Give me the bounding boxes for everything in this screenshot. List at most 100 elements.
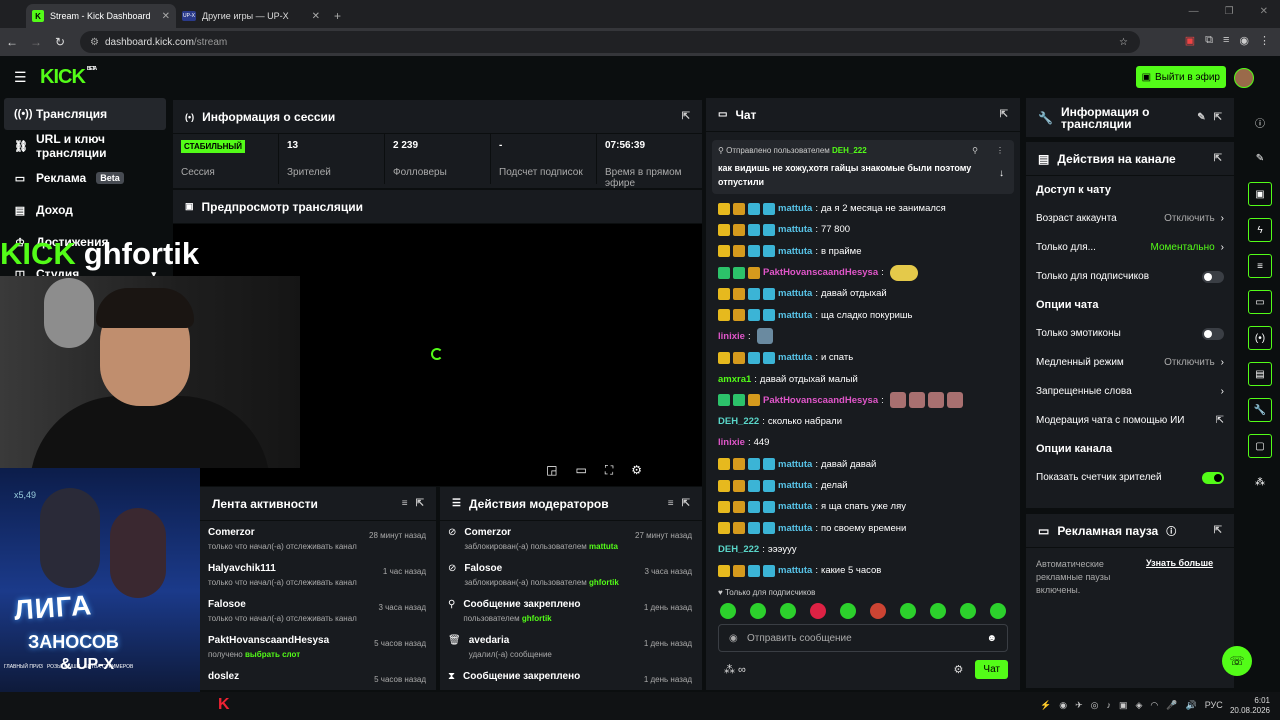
emote-icon[interactable] — [810, 603, 826, 619]
volume-icon[interactable]: 🔊 — [1186, 700, 1197, 711]
preview-icon[interactable]: ▣ — [1248, 182, 1272, 206]
popout-icon[interactable]: ⇱ — [1214, 153, 1222, 164]
extension-icon[interactable]: ▣ — [1185, 34, 1195, 47]
sidebar-item-ads[interactable]: ▭ Реклама Beta — [0, 162, 170, 194]
tray-icon[interactable]: ◈ — [1136, 700, 1143, 711]
tray-icon[interactable]: ▣ — [1119, 700, 1128, 711]
emote-icon[interactable] — [840, 603, 856, 619]
show-viewers-toggle[interactable] — [1202, 471, 1224, 484]
tray-icon[interactable]: ✈ — [1075, 700, 1083, 711]
edit-icon[interactable]: ✎ — [1197, 112, 1205, 124]
window-icon[interactable]: ▢ — [1248, 434, 1272, 458]
slow-mode-row[interactable]: Медленный режим Отключить › — [1026, 348, 1234, 377]
close-icon[interactable]: ✕ — [312, 11, 320, 22]
kick-logo[interactable]: KICK BETA — [40, 66, 97, 89]
browser-tab-upx[interactable]: UP-X Другие игры — UP-X ✕ — [176, 4, 326, 28]
bookmark-star-icon[interactable]: ☆ — [1119, 37, 1128, 48]
hamburger-icon[interactable]: ☰ — [14, 69, 27, 86]
site-info-icon[interactable]: ⚙ — [90, 37, 99, 48]
filter-icon[interactable]: ≡ — [668, 498, 674, 509]
chat-username[interactable]: mattuta — [778, 310, 812, 321]
emote-icon[interactable] — [780, 603, 796, 619]
chat-username[interactable]: mattuta — [778, 224, 812, 235]
chat-username[interactable]: DEH_222 — [718, 544, 759, 555]
mic-icon[interactable]: 🎤 — [1166, 700, 1177, 711]
close-icon[interactable]: ✕ — [162, 11, 170, 22]
chat-icon[interactable]: ▭ — [1248, 290, 1272, 314]
account-age-row[interactable]: Возраст аккаунта Отключить › — [1026, 204, 1234, 233]
puzzle-icon[interactable]: ⧉ — [1205, 34, 1213, 47]
pip-icon[interactable]: ◲ — [546, 463, 557, 478]
url-field[interactable]: ⚙ dashboard.kick.com/stream ☆ — [80, 31, 1140, 53]
chat-input[interactable]: ◉ Отправить сообщение ☻ — [718, 624, 1008, 652]
popout-icon[interactable]: ⇱ — [1214, 112, 1222, 124]
sidebar-item-income[interactable]: ▤ Доход — [0, 194, 170, 226]
emote-icon[interactable] — [960, 603, 976, 619]
chat-username[interactable]: DEH_222 — [718, 416, 759, 427]
chat-username[interactable]: linixie — [718, 331, 745, 342]
ai-moderation-row[interactable]: Модерация чата с помощью ИИ ⇱ — [1026, 406, 1234, 435]
emote-icon[interactable] — [990, 603, 1006, 619]
wrench-icon[interactable]: 🔧 — [1248, 398, 1272, 422]
unpin-icon[interactable]: ⚲ — [972, 146, 978, 155]
tray-icon[interactable]: ⚡ — [1040, 700, 1051, 711]
fullscreen-icon[interactable]: ⛶ — [605, 463, 613, 478]
settings-icon[interactable]: ⚙ — [631, 463, 642, 478]
filter-icon[interactable]: ≡ — [402, 498, 408, 509]
theater-icon[interactable]: ▭ — [575, 463, 586, 478]
points-icon[interactable]: ⁂ ∞ — [724, 663, 746, 676]
go-live-button[interactable]: ▣ Выйти в эфир — [1135, 66, 1226, 88]
browser-tab-kick[interactable]: K Stream - Kick Dashboard ✕ — [26, 4, 176, 28]
chat-username[interactable]: mattuta — [778, 459, 812, 470]
chat-username[interactable]: mattuta — [778, 565, 812, 576]
chat-username[interactable]: mattuta — [778, 501, 812, 512]
list-icon[interactable]: ≡ — [1248, 254, 1272, 278]
sidebar-item-stream[interactable]: ((•)) Трансляция — [4, 98, 166, 130]
lightning-icon[interactable]: ϟ — [1248, 218, 1272, 242]
edit-icon[interactable]: ✎ — [1248, 146, 1272, 170]
media-icon[interactable]: ≡ — [1223, 34, 1229, 47]
more-icon[interactable]: ⋮ — [996, 146, 1004, 155]
new-tab-button[interactable]: + — [334, 9, 341, 23]
learn-more-link[interactable]: Узнать больше — [1146, 558, 1213, 597]
only-for-row[interactable]: Только для... Моментально › — [1026, 233, 1234, 262]
sidebar-item-url-key[interactable]: ⛓ URL и ключ трансляции — [0, 130, 170, 162]
minimize-icon[interactable]: — — [1189, 6, 1199, 17]
user-avatar[interactable] — [1234, 68, 1254, 88]
emote-icon[interactable] — [750, 603, 766, 619]
chat-username[interactable]: linixie — [718, 437, 745, 448]
popout-icon[interactable]: ⇱ — [1000, 109, 1008, 120]
clock[interactable]: 6:01 20.08.2026 — [1230, 696, 1270, 716]
tray-icon[interactable]: ◉ — [1059, 700, 1067, 711]
tray-icon[interactable]: ♪ — [1106, 700, 1111, 711]
subs-only-toggle[interactable] — [1202, 270, 1224, 283]
send-chat-button[interactable]: Чат — [975, 660, 1008, 679]
chat-username[interactable]: mattuta — [778, 352, 812, 363]
points-icon[interactable]: ⁂ — [1248, 470, 1272, 494]
emote-icon[interactable] — [720, 603, 736, 619]
close-window-icon[interactable]: ✕ — [1260, 6, 1268, 17]
profile-icon[interactable]: ◉ — [1239, 34, 1249, 47]
chat-username[interactable]: mattuta — [778, 480, 812, 491]
chat-username[interactable]: PaktHovanscaandHesysa — [763, 267, 878, 278]
popout-icon[interactable]: ⇱ — [682, 111, 690, 122]
emote-icon[interactable] — [930, 603, 946, 619]
emotes-only-toggle[interactable] — [1202, 327, 1224, 340]
kick-app-icon[interactable]: K — [218, 696, 230, 714]
forward-icon[interactable]: → — [24, 35, 48, 49]
popout-icon[interactable]: ⇱ — [682, 498, 690, 509]
popout-icon[interactable]: ⇱ — [1214, 525, 1222, 536]
back-icon[interactable]: ← — [0, 35, 24, 49]
broadcast-icon[interactable]: (•) — [1248, 326, 1272, 350]
chat-username[interactable]: mattuta — [778, 288, 812, 299]
banned-words-row[interactable]: Запрещенные слова › — [1026, 377, 1234, 406]
info-icon[interactable]: ⓘ — [1166, 523, 1176, 538]
emoji-icon[interactable]: ☻ — [986, 633, 997, 644]
chat-username[interactable]: mattuta — [778, 246, 812, 257]
arrow-down-icon[interactable]: ↓ — [999, 168, 1004, 179]
chat-username[interactable]: amxra1 — [718, 374, 751, 385]
layers-icon[interactable]: ▤ — [1248, 362, 1272, 386]
chat-badge-icon[interactable]: ◉ — [729, 633, 738, 644]
info-icon[interactable]: ⓘ — [1248, 110, 1272, 134]
menu-icon[interactable]: ⋮ — [1259, 34, 1270, 47]
